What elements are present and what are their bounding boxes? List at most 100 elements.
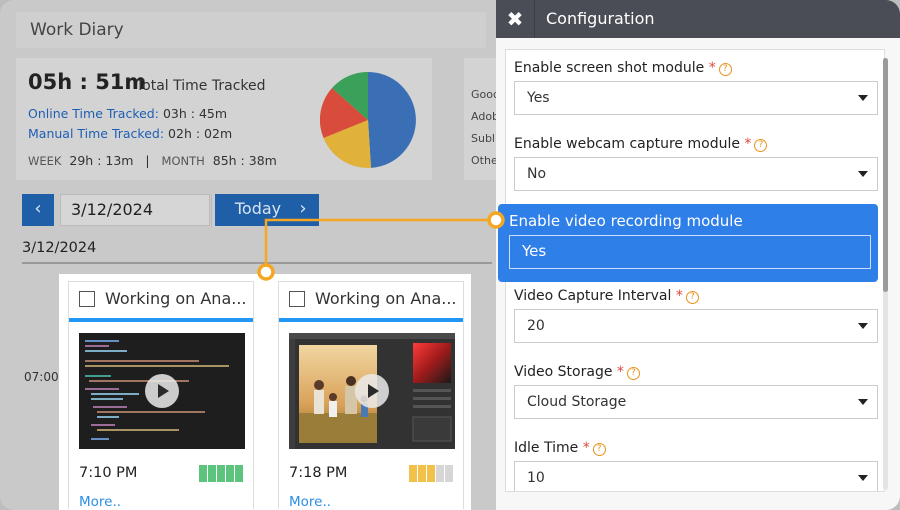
- webcam-module-select[interactable]: No: [514, 157, 878, 191]
- screenshot-module-select[interactable]: Yes: [514, 81, 878, 115]
- online-time-value: 03h : 45m: [162, 106, 228, 121]
- more-link[interactable]: More..: [79, 494, 121, 510]
- caret-down-icon: [858, 95, 868, 101]
- required-mark: *: [616, 364, 624, 380]
- select-value: Yes: [527, 90, 550, 106]
- label-text: Enable screen shot module: [514, 60, 705, 76]
- required-mark: *: [675, 288, 683, 304]
- select-checkbox[interactable]: [289, 291, 305, 307]
- help-icon[interactable]: ?: [626, 367, 640, 380]
- play-icon[interactable]: [355, 374, 389, 408]
- activity-bar: [217, 465, 225, 482]
- select-value: No: [527, 166, 547, 182]
- video-recording-select[interactable]: Yes: [509, 235, 871, 269]
- pie-slice-blue: [368, 72, 416, 168]
- activity-card[interactable]: Working on Ana...: [278, 281, 464, 510]
- activity-card[interactable]: Working on Ana...: [68, 281, 254, 510]
- required-mark: *: [708, 60, 716, 76]
- label-text: Enable webcam capture module: [514, 136, 740, 152]
- label-text: Idle Time: [514, 440, 579, 456]
- help-icon[interactable]: ?: [718, 63, 732, 76]
- divider: [22, 262, 492, 264]
- total-time-label: Total Time Tracked: [136, 78, 266, 94]
- more-link[interactable]: More..: [289, 494, 331, 510]
- required-mark: *: [744, 136, 752, 152]
- total-time: 05h : 51m: [28, 70, 147, 94]
- time-row-label: 07:00: [24, 370, 59, 384]
- card-title: Working on Ana...: [315, 289, 457, 308]
- next-day-button[interactable]: ›: [287, 194, 319, 226]
- field-label-storage: Video Storage *?: [514, 364, 640, 380]
- date-value: 3/12/2024: [71, 200, 154, 219]
- select-value: Yes: [522, 242, 547, 260]
- activity-bar: [208, 465, 216, 482]
- label-text: Video Capture Interval: [514, 288, 672, 304]
- app-usage-pie-chart: [320, 72, 416, 168]
- select-value: Cloud Storage: [527, 394, 627, 410]
- panel-title: Configuration: [546, 9, 655, 28]
- activity-bar: [418, 465, 426, 482]
- caret-down-icon: [858, 323, 868, 329]
- help-icon[interactable]: ?: [685, 291, 699, 304]
- help-icon[interactable]: ?: [592, 443, 606, 456]
- capture-time: 7:10 PM: [79, 465, 138, 481]
- date-input[interactable]: 3/12/2024: [60, 194, 250, 227]
- video-interval-select[interactable]: 20: [514, 309, 878, 343]
- play-icon[interactable]: [145, 374, 179, 408]
- caret-down-icon: [858, 475, 868, 481]
- select-value: 10: [527, 470, 545, 486]
- activity-bar: [226, 465, 234, 482]
- select-value: 20: [527, 318, 545, 334]
- manual-time: Manual Time Tracked: 02h : 02m: [28, 126, 232, 141]
- scrollbar-thumb[interactable]: [883, 58, 888, 292]
- label-text: Video Storage: [514, 364, 613, 380]
- week-value: 29h : 13m: [69, 153, 134, 168]
- manual-time-label: Manual Time Tracked:: [28, 126, 165, 141]
- caret-down-icon: [858, 171, 868, 177]
- screenshot-stage: Work Diary 05h : 51m Total Time Tracked …: [0, 0, 900, 510]
- panel-header: ✖ Configuration: [496, 0, 900, 38]
- code-editor-thumbnail[interactable]: [79, 333, 245, 449]
- month-label: MONTH: [161, 154, 205, 168]
- manual-time-value: 02h : 02m: [168, 126, 233, 141]
- month-value: 85h : 38m: [212, 153, 277, 168]
- activity-level-bars: [408, 465, 453, 482]
- week-label: WEEK: [28, 154, 62, 168]
- activity-bar: [436, 465, 444, 482]
- activity-bar: [427, 465, 435, 482]
- photo-editor-thumbnail[interactable]: [289, 333, 455, 449]
- prev-day-button[interactable]: ‹: [22, 194, 54, 226]
- activity-bar: [199, 465, 207, 482]
- online-time-label: Online Time Tracked:: [28, 106, 159, 121]
- video-storage-select[interactable]: Cloud Storage: [514, 385, 878, 419]
- card-header: Working on Ana...: [279, 282, 463, 322]
- date-heading: 3/12/2024: [22, 240, 97, 256]
- select-checkbox[interactable]: [79, 291, 95, 307]
- separator: |: [145, 153, 150, 168]
- week-month-totals: WEEK 29h : 13m | MONTH 85h : 38m: [28, 153, 277, 168]
- divider: [534, 0, 535, 38]
- field-label-screenshot: Enable screen shot module *?: [514, 60, 732, 76]
- activity-bar: [409, 465, 417, 482]
- activity-bar: [235, 465, 243, 482]
- field-label-video-recording: Enable video recording module: [509, 212, 743, 230]
- page-title: Work Diary: [16, 12, 486, 48]
- field-label-idle: Idle Time *?: [514, 440, 606, 456]
- caret-down-icon: [858, 399, 868, 405]
- card-header: Working on Ana...: [69, 282, 253, 322]
- help-icon[interactable]: ?: [754, 139, 768, 152]
- close-icon[interactable]: ✖: [496, 0, 534, 38]
- time-summary: 05h : 51m Total Time Tracked Online Time…: [16, 58, 432, 180]
- activity-bar: [445, 465, 453, 482]
- field-label-interval: Video Capture Interval *?: [514, 288, 699, 304]
- activity-cards: Working on Ana... 7:10 PM More.. Working…: [59, 274, 471, 510]
- idle-time-select[interactable]: 10: [514, 461, 878, 491]
- required-mark: *: [582, 440, 590, 456]
- activity-level-bars: [198, 465, 243, 482]
- capture-time: 7:18 PM: [289, 465, 348, 481]
- video-recording-highlight: Enable video recording module Yes: [498, 204, 878, 282]
- scrollbar[interactable]: [883, 58, 888, 490]
- online-time: Online Time Tracked: 03h : 45m: [28, 106, 227, 121]
- card-title: Working on Ana...: [105, 289, 247, 308]
- field-label-webcam: Enable webcam capture module *?: [514, 136, 768, 152]
